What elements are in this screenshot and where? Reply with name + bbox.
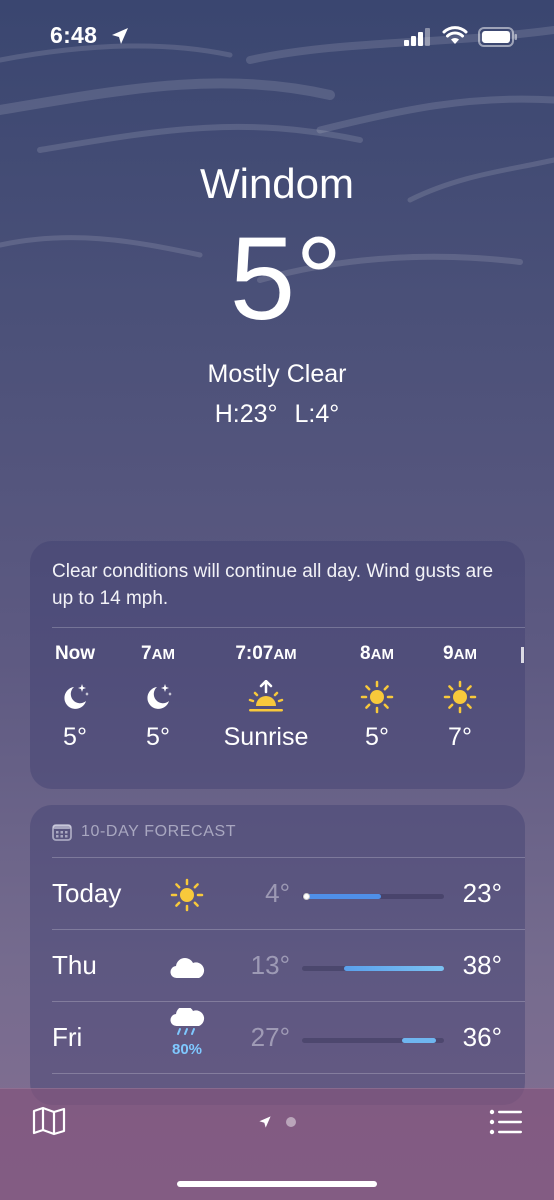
temperature-range-fill [343, 966, 444, 971]
hour-item-sunrise: 7:07AM Sunrise [216, 643, 316, 752]
temperature-range-fill [402, 1038, 436, 1043]
status-time: 6:48 [50, 22, 98, 48]
high-temperature: H:23° [214, 400, 278, 428]
row-divider [52, 1073, 525, 1074]
forecast-low: 13° [250, 950, 290, 980]
hourly-forecast-card[interactable]: Clear conditions will continue all day. … [30, 541, 525, 789]
forecast-row-today[interactable]: Today 4° 23° [30, 858, 525, 930]
home-indicator[interactable] [177, 1181, 377, 1187]
list-icon[interactable] [489, 1109, 523, 1135]
forecast-header-label: 10-DAY FORECAST [81, 823, 237, 840]
cloud-rain-icon [170, 1006, 205, 1035]
map-icon[interactable] [32, 1106, 66, 1136]
forecast-day: Thu [52, 950, 97, 980]
sunrise-icon [248, 680, 284, 712]
hour-label: 7AM [141, 643, 175, 664]
location-arrow-icon [112, 28, 128, 44]
current-temperature: 5° [229, 213, 343, 345]
hour-item-9am: 9AM 7° [415, 643, 505, 752]
forecast-header: 10-DAY FORECAST [52, 823, 236, 841]
weather-summary: Clear conditions will continue all day. … [52, 561, 494, 609]
calendar-icon [52, 824, 72, 841]
page-dot [286, 1117, 296, 1127]
hour-label: 9AM [443, 643, 477, 664]
wifi-icon [442, 26, 468, 44]
hour-label: 8AM [360, 643, 394, 664]
low-temperature: L:4° [294, 400, 340, 428]
hour-item-7am: 7AM 5° [113, 643, 203, 752]
temperature-range-bar [302, 966, 444, 971]
battery-icon [478, 27, 517, 47]
hour-item-now: Now 5° [30, 643, 120, 752]
temperature-range-fill [306, 894, 382, 899]
forecast-high: 23° [462, 878, 502, 908]
hour-temperature: 5° [146, 723, 170, 751]
status-bar: 6:48 [0, 22, 554, 52]
hour-temperature: 5° [365, 723, 389, 751]
next-hour-partial [519, 643, 525, 665]
moon-stars-icon [147, 684, 172, 709]
sun-icon [170, 878, 204, 912]
forecast-day: Fri [52, 1022, 83, 1052]
forecast-low: 4° [265, 878, 290, 908]
forecast-high: 36° [462, 1022, 502, 1052]
forecast-day: Today [52, 878, 122, 908]
hour-temperature: Sunrise [223, 723, 309, 751]
hour-temperature: 7° [448, 723, 472, 751]
moon-stars-icon [64, 684, 89, 709]
city-name: Windom [199, 160, 355, 207]
forecast-high: 38° [462, 950, 502, 980]
forecast-row-thu[interactable]: Thu 13° 38° [30, 930, 525, 1002]
ten-day-forecast-card[interactable]: 10-DAY FORECAST Today 4° 23° Thu 13° 38°… [30, 805, 525, 1105]
cloud-icon [170, 958, 205, 979]
hourly-divider [52, 627, 525, 628]
hour-item-8am: 8AM 5° [332, 643, 422, 752]
precipitation-chance: 80% [171, 1041, 203, 1058]
high-low-temperatures: H:23° L:4° [0, 400, 554, 429]
temperature-range-bar [302, 893, 444, 900]
forecast-row-fri[interactable]: Fri 80% 27° 36° [30, 1002, 525, 1074]
location-arrow-icon [259, 1116, 271, 1128]
sun-icon [360, 680, 394, 714]
cellular-signal-icon [404, 28, 430, 46]
sun-icon [443, 680, 477, 714]
page-indicator[interactable] [258, 1115, 296, 1129]
current-condition: Mostly Clear [207, 360, 347, 388]
current-temperature-dot [302, 893, 310, 900]
temperature-range-bar [302, 1038, 444, 1043]
hour-label: 7:07AM [235, 643, 297, 664]
hour-temperature: 5° [63, 723, 87, 751]
hour-label: Now [54, 643, 96, 664]
forecast-low: 27° [250, 1022, 290, 1052]
